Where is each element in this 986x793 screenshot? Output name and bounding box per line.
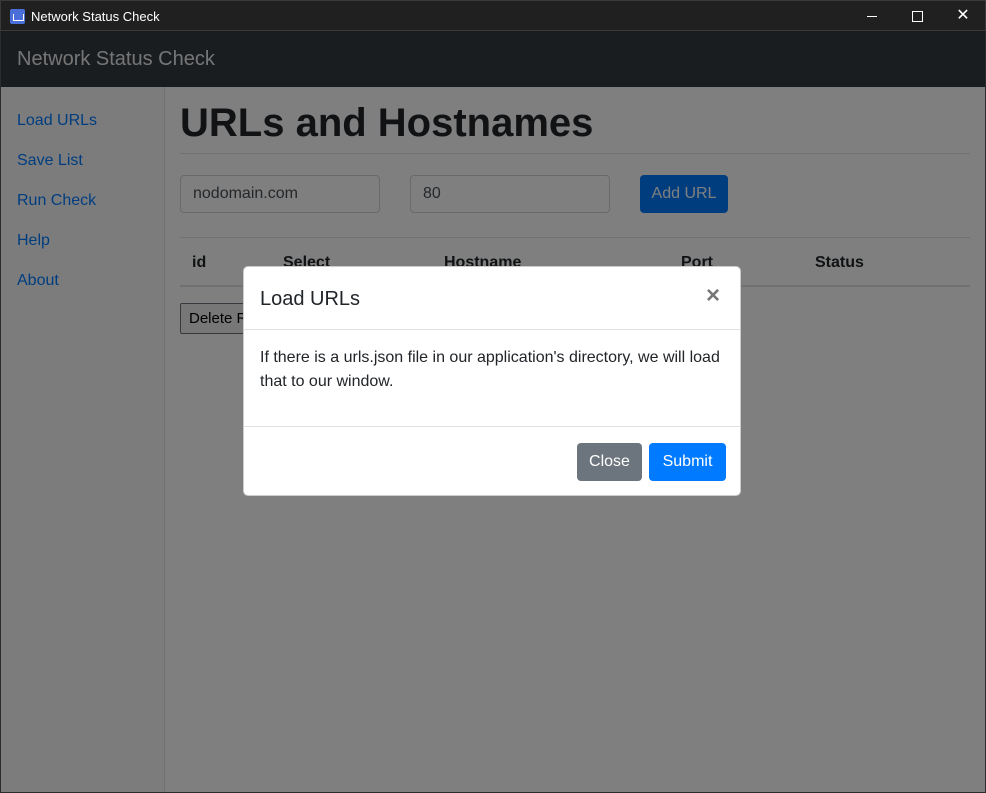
- modal-header: Load URLs ×: [244, 267, 740, 330]
- window-titlebar: Network Status Check ✕: [0, 0, 986, 31]
- submit-button[interactable]: Submit: [649, 443, 726, 481]
- load-urls-modal: Load URLs × If there is a urls.json file…: [243, 266, 741, 496]
- close-window-icon[interactable]: ✕: [940, 1, 986, 32]
- maximize-icon[interactable]: [894, 1, 940, 32]
- modal-title: Load URLs: [260, 288, 361, 310]
- close-button[interactable]: Close: [577, 443, 642, 481]
- close-icon[interactable]: ×: [706, 284, 720, 308]
- app-icon: [10, 9, 25, 24]
- modal-body-text: If there is a urls.json file in our appl…: [260, 349, 720, 390]
- minimize-icon[interactable]: [849, 1, 895, 32]
- window-title: Network Status Check: [31, 9, 160, 24]
- modal-footer: Close Submit: [244, 426, 740, 496]
